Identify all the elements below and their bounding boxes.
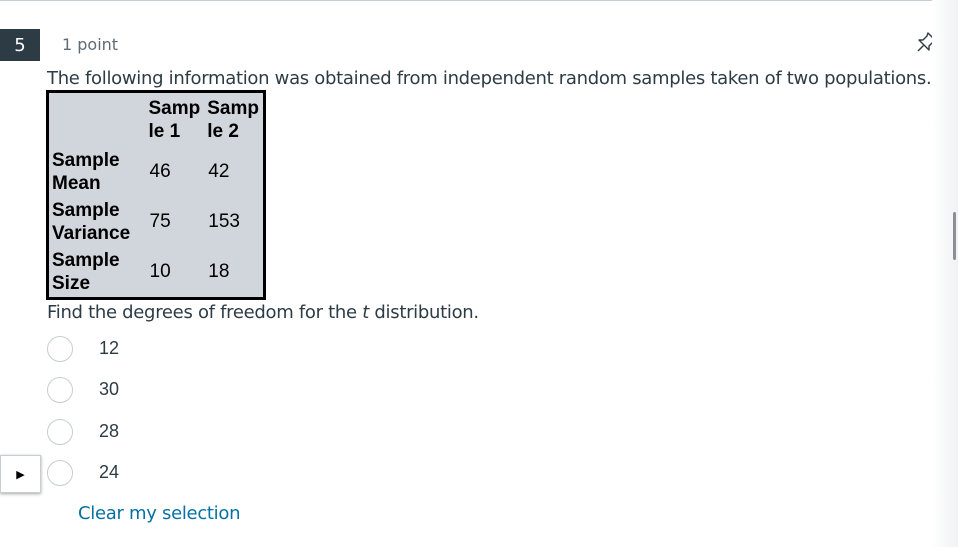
table-header-row: Samp le 1 Samp le 2 <box>48 92 265 148</box>
column-header-sample-2: Samp le 2 <box>207 98 259 142</box>
answer-option[interactable]: 28 <box>47 418 347 446</box>
question-card: 5 1 point The following information was … <box>0 0 958 547</box>
sample-info-table: Samp le 1 Samp le 2 Sample Mean 46 42 Sa… <box>46 90 266 300</box>
answer-option[interactable]: 12 <box>47 335 347 363</box>
table-row: Sample Variance 75 153 <box>48 197 265 247</box>
answer-option[interactable]: 30 <box>47 376 347 404</box>
radio-button[interactable] <box>47 419 73 445</box>
row-label-sample-size: Sample Size <box>52 249 120 294</box>
question-prompt: Find the degrees of freedom for the t di… <box>47 302 479 323</box>
table-row: Sample Size 10 18 <box>48 247 265 299</box>
clear-selection-link[interactable]: Clear my selection <box>78 503 241 524</box>
answer-label: 24 <box>99 462 120 482</box>
right-edge-shadow <box>932 0 958 547</box>
radio-button[interactable] <box>47 336 73 362</box>
row-label-sample-variance: Sample Variance <box>52 199 131 244</box>
cell-variance-sample-1: 75 <box>149 211 171 233</box>
answer-label: 12 <box>99 338 120 358</box>
column-header-sample-1: Samp le 1 <box>148 98 201 142</box>
radio-button[interactable] <box>47 460 73 486</box>
cell-mean-sample-2: 42 <box>208 161 230 183</box>
cell-variance-sample-2: 153 <box>208 211 240 233</box>
cell-mean-sample-1: 46 <box>149 161 171 183</box>
question-number-badge: 5 <box>0 29 40 61</box>
answer-label: 30 <box>99 379 120 399</box>
triangle-right-icon: ▶ <box>16 467 25 481</box>
radio-button[interactable] <box>47 377 73 403</box>
prompt-text-italic: t <box>362 302 369 323</box>
scrollbar-thumb[interactable] <box>953 212 956 260</box>
question-text: The following information was obtained f… <box>47 68 932 89</box>
answer-label: 28 <box>99 421 120 441</box>
question-points: 1 point <box>62 35 119 54</box>
prompt-text-before: Find the degrees of freedom for the <box>47 302 363 323</box>
answer-option[interactable]: 24 <box>47 459 347 487</box>
cell-size-sample-1: 10 <box>149 261 171 283</box>
prompt-text-after: distribution. <box>369 302 479 323</box>
table-corner-cell <box>48 92 146 148</box>
row-label-sample-mean: Sample Mean <box>52 149 120 194</box>
table-row: Sample Mean 46 42 <box>48 147 265 197</box>
question-flag-button[interactable]: ▶ <box>0 455 41 493</box>
cell-size-sample-2: 18 <box>208 261 230 283</box>
